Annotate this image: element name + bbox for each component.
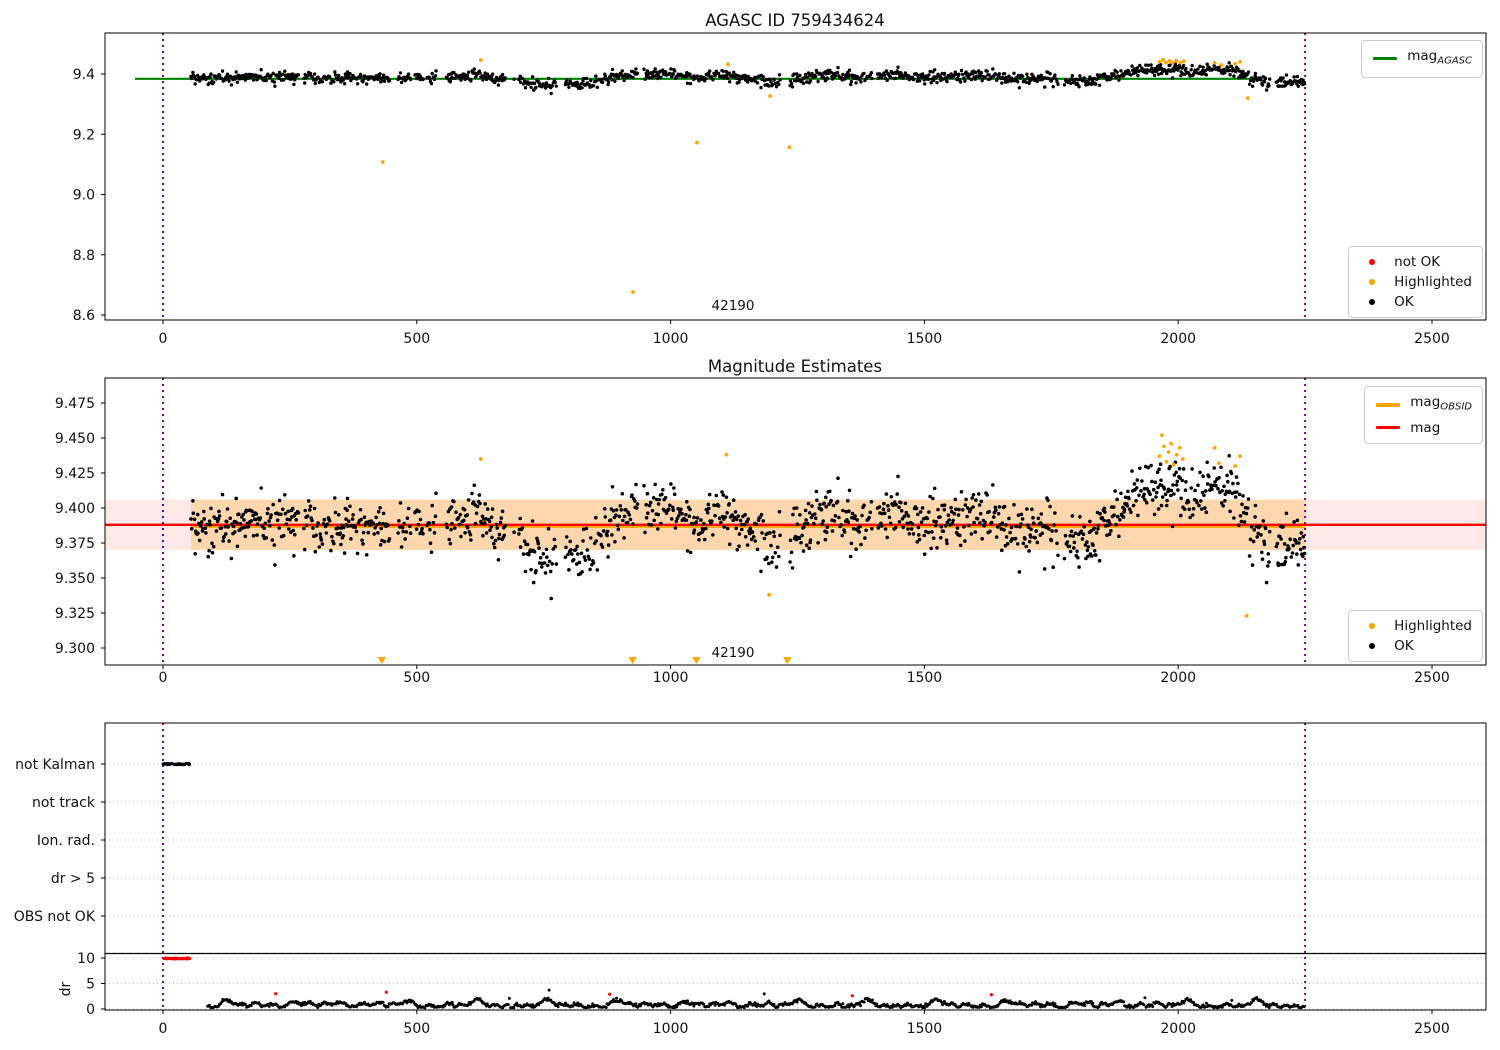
x-tick-label: 0	[159, 331, 168, 347]
legend-dot-marker-icon	[1359, 279, 1385, 285]
legend-dot-marker-icon	[1359, 299, 1385, 305]
x-tick-label: 2500	[1414, 331, 1450, 347]
x-tick-label: 2500	[1414, 670, 1450, 686]
legend-item: magOBSID	[1375, 392, 1472, 418]
y-tick-label: 9.325	[55, 606, 95, 622]
dr-tick-label: 0	[86, 1002, 95, 1018]
legend-item: OK	[1359, 292, 1472, 312]
y-tick-label: 9.450	[55, 431, 95, 447]
legend-line-swatch-icon	[1375, 402, 1401, 407]
offscale-low-marker	[783, 657, 792, 664]
dr-trace-ok	[206, 988, 1306, 1010]
y-tick-label: 9.2	[73, 127, 95, 143]
panel-agasc-plot: 9.4 9.2 9.0 8.8 8.6 0 500 1000 1500 2000 2500 AGAS…	[73, 11, 1487, 347]
dr-tick-label: 5	[86, 977, 95, 993]
panel-magest-title: Magnitude Estimates	[708, 357, 882, 376]
dr-axis-label: dr	[58, 981, 74, 996]
panel-agasc-title: AGASC ID 759434624	[705, 11, 885, 30]
x-tick-label: 2500	[1414, 1021, 1450, 1037]
y-tick-label: 9.425	[55, 466, 95, 482]
legend-line-swatch-icon	[1375, 426, 1401, 430]
x-tick-label: 2000	[1160, 670, 1196, 686]
offscale-low-marker	[692, 657, 701, 664]
legend-dot-marker-icon	[1359, 623, 1385, 629]
legend-item-label: OK	[1394, 294, 1414, 310]
legend-item-label: OK	[1394, 638, 1414, 654]
x-tick-label: 2000	[1160, 1021, 1196, 1037]
y-tick-label: 8.8	[73, 248, 95, 264]
x-tick-label: 0	[159, 1021, 168, 1037]
flag-category-label: dr > 5	[51, 871, 95, 887]
dr-tick-label: 10	[77, 951, 95, 967]
flag-not-kalman-run	[161, 761, 192, 767]
x-tick-label: 500	[403, 1021, 430, 1037]
legend-item-label: magAGASC	[1407, 48, 1472, 67]
scatter-highlighted	[380, 57, 1250, 295]
legend-item-label: Highlighted	[1394, 274, 1472, 290]
dr-not-ok-points	[274, 990, 994, 998]
flag-category-label: OBS not OK	[14, 909, 96, 925]
panel-magest-plot: 9.475 9.450 9.425 9.400 9.375 9.350 9.325 9.300…	[55, 357, 1487, 686]
flag-category-label: Ion. rad.	[37, 833, 95, 849]
legend-dot-marker-icon	[1359, 259, 1385, 265]
legend-item: Highlighted	[1359, 272, 1472, 292]
panel-flags-render-layer: not Kalman not track Ion. rad. dr > 5 OBS no…	[14, 722, 1487, 1037]
y-tick-label: 9.375	[55, 536, 95, 552]
legend-item-label: not OK	[1394, 254, 1441, 270]
legend-item: not OK	[1359, 252, 1472, 272]
legend-item: mag	[1375, 418, 1472, 438]
x-tick-label: 1000	[653, 670, 689, 686]
dr-not-ok-run	[162, 956, 192, 961]
offscale-low-marker	[377, 657, 386, 664]
y-tick-label: 9.0	[73, 188, 95, 204]
legend-item: magAGASC	[1372, 46, 1472, 72]
legend-item-label: magOBSID	[1410, 394, 1472, 413]
y-tick-label: 9.4	[73, 67, 95, 83]
x-tick-label: 1500	[907, 670, 943, 686]
legend-item-label: Highlighted	[1394, 618, 1472, 634]
legend-line-swatch-icon	[1372, 57, 1398, 61]
legend-magest-1: Highlighted OK	[1348, 610, 1483, 662]
y-tick-label: 9.400	[55, 501, 95, 517]
panel-magest-render-layer: 9.475 9.450 9.425 9.400 9.375 9.350 9.325 9.300…	[55, 377, 1487, 686]
figure: 9.4 9.2 9.0 8.8 8.6 0 500 1000 1500 2000 2500 AGAS…	[0, 0, 1500, 1050]
y-tick-label: 9.350	[55, 571, 95, 587]
legend-magest-0: magOBSID mag	[1364, 386, 1483, 444]
x-tick-label: 500	[403, 331, 430, 347]
panel-magest-obsid-annotation: 42190	[712, 645, 755, 661]
x-tick-label: 500	[403, 670, 430, 686]
legend-agasc-0: magAGASC	[1361, 40, 1483, 78]
x-tick-label: 1000	[653, 331, 689, 347]
panel-flags-plot: not Kalman not track Ion. rad. dr > 5 OBS no…	[14, 722, 1487, 1037]
y-tick-label: 9.300	[55, 641, 95, 657]
legend-dot-marker-icon	[1359, 643, 1385, 649]
y-tick-label: 8.6	[73, 308, 95, 324]
x-tick-label: 2000	[1160, 331, 1196, 347]
legend-item: OK	[1359, 636, 1472, 656]
flag-category-label: not Kalman	[15, 757, 95, 773]
legend-agasc-1: not OK Highlighted OK	[1348, 246, 1483, 318]
y-tick-label: 9.475	[55, 396, 95, 412]
x-tick-label: 1000	[653, 1021, 689, 1037]
panel-agasc-render-layer: 9.4 9.2 9.0 8.8 8.6 0 500 1000 1500 2000 2500	[73, 32, 1487, 347]
x-tick-label: 1500	[907, 1021, 943, 1037]
x-tick-label: 1500	[907, 331, 943, 347]
legend-item: Highlighted	[1359, 616, 1472, 636]
flag-category-label: not track	[32, 795, 96, 811]
x-tick-label: 0	[159, 670, 168, 686]
panel-agasc-obsid-annotation: 42190	[712, 298, 755, 314]
offscale-low-marker	[628, 657, 637, 664]
legend-item-label: mag	[1410, 419, 1441, 436]
